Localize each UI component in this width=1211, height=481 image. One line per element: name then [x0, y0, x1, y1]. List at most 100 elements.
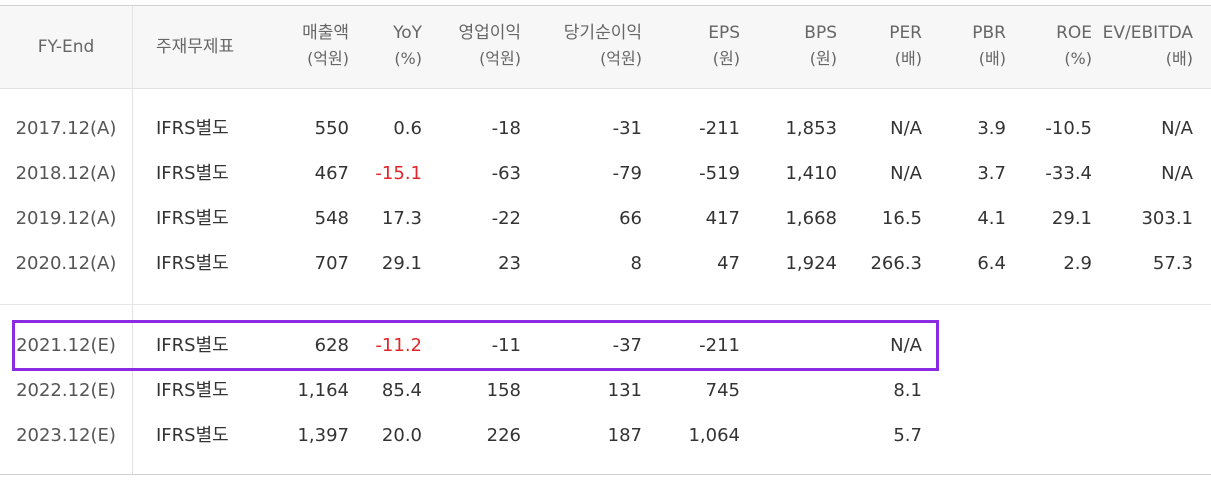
cell-roe: 2.9 [1063, 253, 1092, 274]
column-divider [132, 6, 133, 88]
table-row: 2022.12(E) IFRS별도 1,164 85.4 158 131 745 8.1 [0, 368, 1211, 413]
cell-bps: 1,410 [785, 163, 837, 184]
column-header-eps: EPS (원) [708, 20, 740, 72]
column-header-label: ROE [1056, 23, 1092, 43]
cell-eps: -211 [699, 118, 740, 139]
cell-revenue: 548 [314, 208, 349, 229]
cell-revenue: 707 [314, 253, 349, 274]
cell-eps: 745 [705, 380, 740, 401]
column-header-label: 당기순이익 [563, 23, 642, 43]
column-header-label: EPS [708, 23, 740, 43]
table-row: 2019.12(A) IFRS별도 548 17.3 -22 66 417 1,668 16.5… [0, 196, 1211, 241]
column-header-label: 영업이익 [458, 23, 521, 43]
cell-ev-ebitda: N/A [1161, 118, 1193, 139]
cell-basis: IFRS별도 [156, 253, 229, 274]
actual-estimate-divider [0, 304, 1211, 305]
column-header-bps: BPS (원) [804, 20, 837, 72]
cell-bps: 1,924 [785, 253, 837, 274]
cell-period: 2017.12(A) [15, 118, 117, 139]
column-header-per: PER (배) [889, 20, 922, 72]
cell-yoy: -15.1 [375, 163, 422, 184]
cell-roe: 29.1 [1051, 208, 1092, 229]
column-header-unit: (원) [809, 49, 837, 68]
cell-pbr: 4.1 [977, 208, 1006, 229]
column-header-roe: ROE (%) [1056, 20, 1092, 72]
cell-eps: 47 [717, 253, 740, 274]
cell-roe: -33.4 [1045, 163, 1092, 184]
column-header-net-income: 당기순이익 (억원) [564, 20, 642, 72]
cell-basis: IFRS별도 [156, 118, 229, 139]
cell-per: 8.1 [893, 380, 922, 401]
cell-yoy: 20.0 [381, 425, 422, 446]
cell-ev-ebitda: 303.1 [1141, 208, 1193, 229]
cell-per: 5.7 [893, 425, 922, 446]
cell-revenue: 467 [314, 163, 349, 184]
cell-ev-ebitda: N/A [1161, 163, 1193, 184]
column-header-pbr: PBR (배) [972, 20, 1006, 72]
cell-op-income: 226 [486, 425, 521, 446]
cell-yoy: 17.3 [381, 208, 422, 229]
table-bottom-border [0, 474, 1211, 475]
column-header-label: FY-End [37, 37, 95, 57]
column-header-unit: (원) [712, 49, 740, 68]
cell-per: 266.3 [870, 253, 922, 274]
cell-ev-ebitda: 57.3 [1152, 253, 1193, 274]
cell-op-income: -22 [491, 208, 521, 229]
cell-net-income: 66 [619, 208, 642, 229]
column-header-unit: (억원) [600, 49, 642, 68]
column-header-label: PER [889, 23, 922, 43]
cell-bps: 1,853 [785, 118, 837, 139]
header-bottom-border [0, 88, 1211, 89]
cell-per: N/A [890, 118, 922, 139]
column-header-label: BPS [804, 23, 837, 43]
column-header-unit: (배) [1165, 49, 1193, 68]
column-header-unit: (배) [978, 49, 1006, 68]
cell-yoy: 29.1 [381, 253, 422, 274]
cell-pbr: 6.4 [977, 253, 1006, 274]
cell-revenue: 1,397 [297, 425, 349, 446]
cell-op-income: 23 [498, 253, 521, 274]
column-header-revenue: 매출액 (억원) [302, 20, 349, 72]
column-header-ev-ebitda: EV/EBITDA (배) [1103, 20, 1193, 72]
cell-period: 2020.12(A) [15, 253, 117, 274]
column-header-unit: (억원) [479, 49, 521, 68]
cell-period: 2023.12(E) [16, 425, 116, 446]
cell-basis: IFRS별도 [156, 425, 229, 446]
cell-op-income: 158 [486, 380, 521, 401]
cell-per: 16.5 [881, 208, 922, 229]
cell-period: 2019.12(A) [15, 208, 117, 229]
cell-roe: -10.5 [1045, 118, 1092, 139]
cell-revenue: 1,164 [297, 380, 349, 401]
column-header-unit: (%) [1064, 49, 1092, 68]
column-header-period: FY-End [0, 34, 132, 60]
column-header-label: 주재무제표 [156, 37, 235, 57]
cell-op-income: -18 [491, 118, 521, 139]
cell-eps: 1,064 [688, 425, 740, 446]
cell-basis: IFRS별도 [156, 380, 229, 401]
cell-net-income: 187 [607, 425, 642, 446]
column-header-label: PBR [972, 23, 1006, 43]
column-header-unit: (%) [394, 49, 422, 68]
column-header-yoy: YoY (%) [393, 20, 422, 72]
cell-per: N/A [890, 163, 922, 184]
cell-pbr: 3.7 [977, 163, 1006, 184]
cell-net-income: -31 [612, 118, 642, 139]
column-header-unit: (배) [894, 49, 922, 68]
cell-pbr: 3.9 [977, 118, 1006, 139]
cell-basis: IFRS별도 [156, 163, 229, 184]
cell-net-income: 8 [630, 253, 642, 274]
cell-net-income: -79 [612, 163, 642, 184]
highlight-box-2021-estimate [12, 320, 939, 371]
column-header-basis: 주재무제표 [156, 34, 276, 60]
table-row: 2017.12(A) IFRS별도 550 0.6 -18 -31 -211 1,853 N/A… [0, 106, 1211, 151]
cell-eps: 417 [705, 208, 740, 229]
column-header-op-income: 영업이익 (억원) [458, 20, 521, 72]
column-header-label: 매출액 [302, 23, 349, 43]
cell-period: 2018.12(A) [15, 163, 117, 184]
column-header-label: YoY [393, 23, 422, 43]
cell-period: 2022.12(E) [16, 380, 116, 401]
column-header-label: EV/EBITDA [1102, 23, 1193, 43]
cell-basis: IFRS별도 [156, 208, 229, 229]
table-row: 2020.12(A) IFRS별도 707 29.1 23 8 47 1,924 266.3 6.… [0, 241, 1211, 286]
cell-yoy: 85.4 [381, 380, 422, 401]
